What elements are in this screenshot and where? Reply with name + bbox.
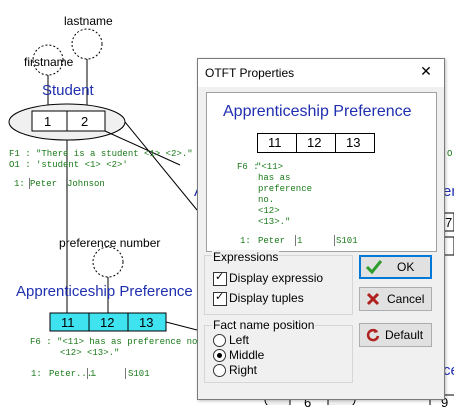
fragment-num7: 7 [445, 215, 453, 230]
divider [295, 235, 296, 246]
preview-role-13: 13 [346, 135, 361, 150]
cancel-x-icon [366, 292, 380, 306]
student-role-1-text: 1 [44, 114, 52, 129]
dialog-title: OTFT Properties [205, 66, 295, 80]
ok-button[interactable]: OK [359, 255, 432, 279]
appr-title[interactable]: Apprenticeship Preference [16, 283, 193, 300]
otft-properties-dialog: OTFT Properties ✕ Apprenticeship Prefere… [197, 58, 445, 400]
lastname-value-circle[interactable] [71, 28, 103, 60]
preview-role-12: 12 [307, 135, 322, 150]
display-expressions-label[interactable]: Display expressio [229, 271, 323, 285]
divider [29, 178, 30, 189]
radio-right[interactable] [213, 364, 226, 377]
appr-role-11-text: 11 [61, 315, 75, 330]
radio-middle[interactable] [213, 349, 226, 362]
preview-row-b: 1 [297, 236, 303, 246]
preview-f6-line: no. [258, 195, 275, 205]
radio-left[interactable] [213, 334, 226, 347]
preview-row-c: S101 [336, 236, 358, 246]
radio-right-label[interactable]: Right [229, 363, 257, 377]
connector [124, 121, 198, 211]
dialog-titlebar[interactable]: OTFT Properties ✕ [198, 59, 444, 87]
lastname-label: lastname [64, 14, 113, 28]
divider [87, 368, 88, 379]
preference-number-value-circle[interactable] [92, 246, 124, 278]
cancel-button[interactable]: Cancel [359, 287, 432, 311]
ok-label: OK [397, 260, 415, 274]
preview-row-num: 1: [240, 236, 251, 246]
preview-row-a: Peter [258, 236, 286, 246]
connector [165, 321, 198, 331]
student-row-first: Peter [30, 179, 58, 189]
display-tuples-label[interactable]: Display tuples [229, 291, 304, 305]
checkmark-icon [365, 260, 383, 275]
student-row-last: Johnson [67, 179, 105, 189]
appr-f6-text: F6 : "<11> has as preference no. [30, 337, 203, 347]
divider [125, 368, 126, 379]
appr-row-c: S101 [128, 369, 150, 379]
default-button[interactable]: Default [359, 323, 432, 347]
expressions-legend: Expressions [212, 250, 280, 264]
student-o1-text: O1 : 'student <1> <2>' [9, 160, 128, 170]
fragment-o: O [447, 149, 453, 159]
fact-name-position-group [204, 325, 353, 383]
preview-f6-line: "<11> [256, 162, 284, 172]
firstname-label: firstname [24, 55, 74, 69]
appr-role-12-text: 12 [100, 315, 115, 330]
radio-left-label[interactable]: Left [229, 333, 249, 347]
close-icon[interactable]: ✕ [418, 63, 434, 80]
appr-role-13-text: 13 [139, 315, 154, 330]
reset-icon [366, 328, 380, 342]
radio-middle-label[interactable]: Middle [229, 348, 264, 362]
student-title[interactable]: Student [42, 82, 94, 99]
student-row-num: 1: [14, 179, 25, 189]
preview-f6-line: <13>." [258, 217, 291, 227]
preview-pane: Apprenticeship Preference 11 12 13 F6 : … [206, 92, 437, 252]
divider [66, 178, 67, 189]
default-label: Default [385, 328, 424, 342]
preview-title: Apprenticeship Preference [223, 103, 412, 120]
preview-f6-line: preference [258, 184, 313, 194]
cancel-label: Cancel [387, 292, 425, 306]
preview-f6-line: has as [258, 173, 291, 183]
appr-f6-line2: <12> <13>." [60, 348, 120, 358]
display-tuples-checkbox[interactable] [213, 290, 227, 306]
display-expressions-checkbox[interactable] [213, 270, 227, 286]
appr-row-num: 1: [31, 369, 42, 379]
divider [334, 235, 335, 246]
student-f1-text: F1 : "There is a student <1> <2>." [9, 149, 193, 159]
fact-position-legend: Fact name position [212, 318, 316, 332]
student-role-2-text: 2 [81, 114, 89, 129]
preview-f6-line: <12> [258, 206, 280, 216]
preference-number-label: preference number [59, 236, 161, 250]
preview-role-11: 11 [268, 135, 282, 150]
appr-row-b: 1 [90, 369, 96, 379]
